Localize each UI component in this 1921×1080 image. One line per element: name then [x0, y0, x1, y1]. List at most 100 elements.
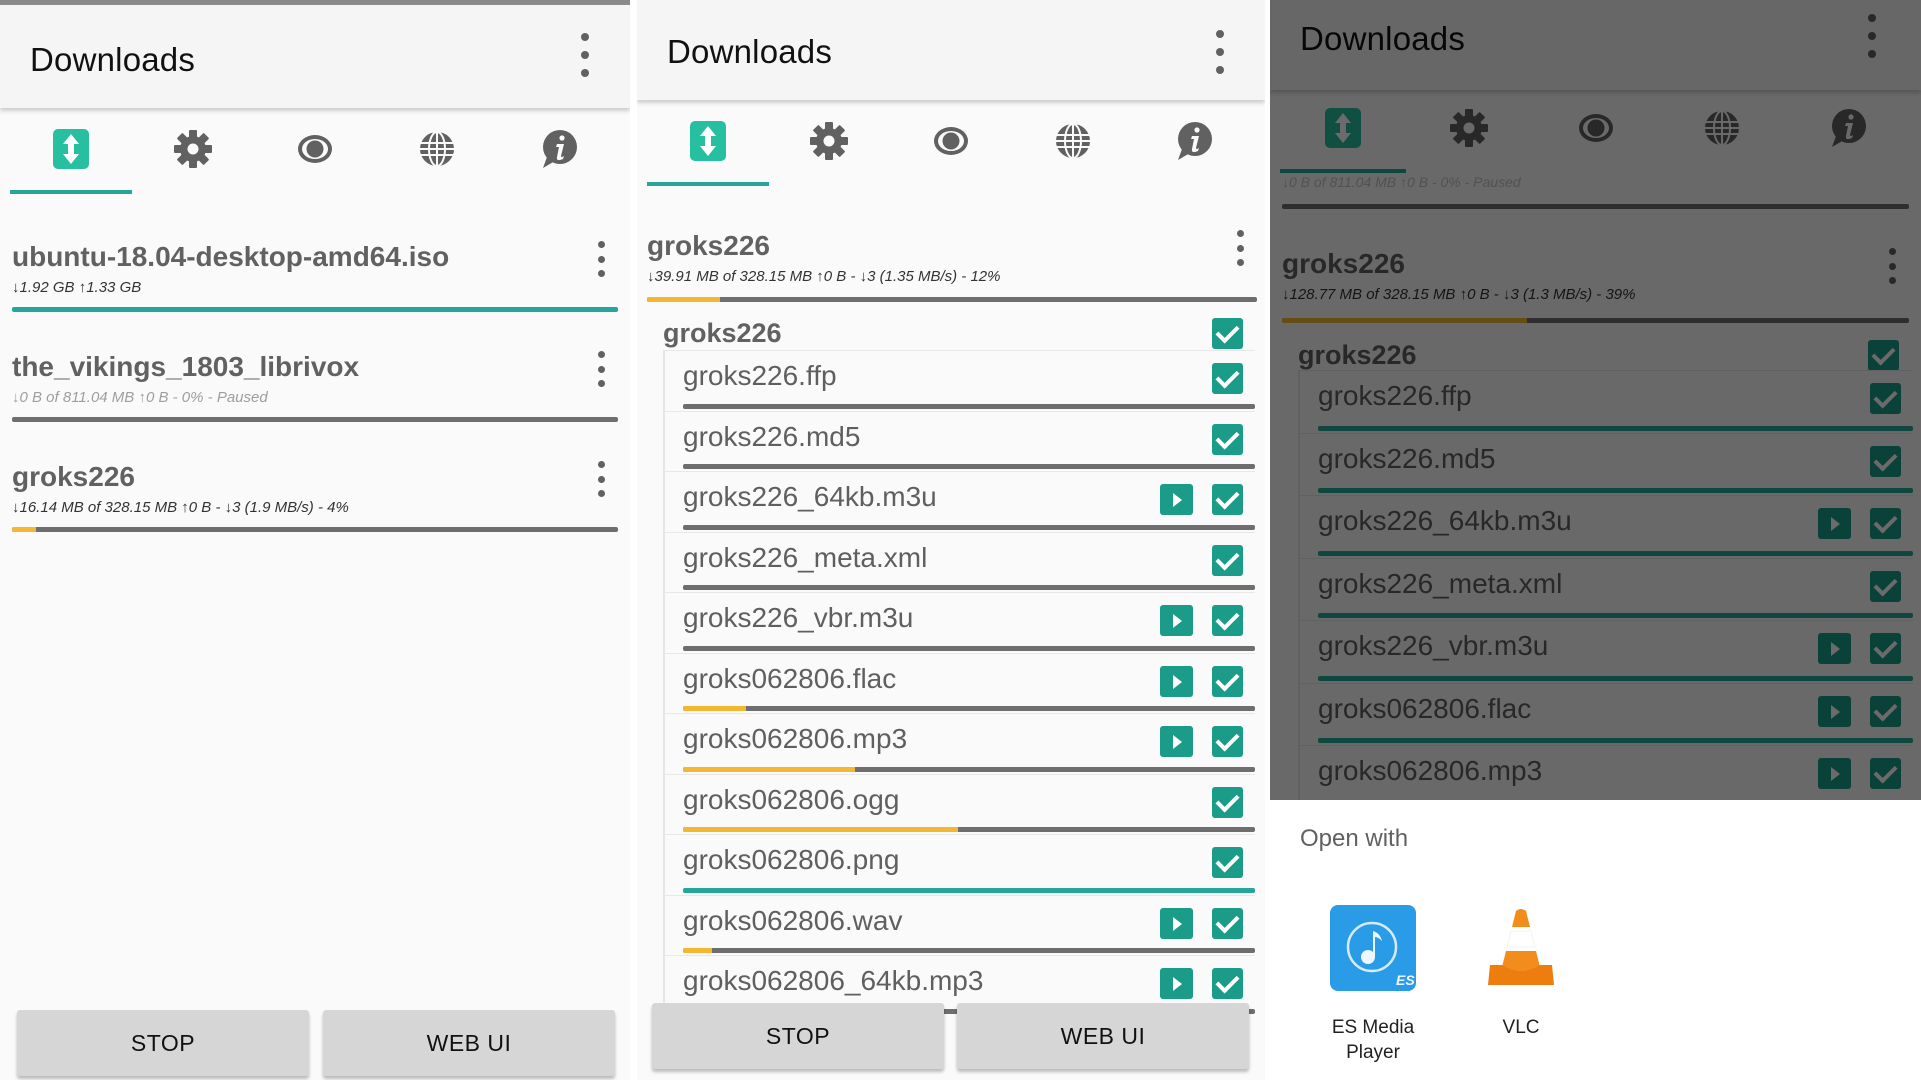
- tab-network[interactable]: [376, 108, 498, 194]
- folder-checkbox[interactable]: [1212, 318, 1243, 349]
- file-row[interactable]: groks062806.ogg: [663, 773, 1255, 834]
- progress-fill: [683, 948, 712, 953]
- progress-fill: [683, 827, 958, 832]
- play-button[interactable]: [1160, 907, 1193, 939]
- file-row[interactable]: groks226.ffp: [663, 350, 1255, 411]
- globe-icon: [415, 127, 459, 176]
- item-menu-button[interactable]: [594, 241, 608, 277]
- play-button[interactable]: [1160, 968, 1193, 999]
- play-button[interactable]: [1160, 665, 1193, 697]
- file-row[interactable]: groks226_64kb.m3u: [663, 471, 1255, 532]
- tab-downloads[interactable]: [10, 108, 132, 194]
- file-row[interactable]: groks226_meta.xml: [663, 531, 1255, 592]
- tab-settings[interactable]: [769, 100, 891, 186]
- app-label: ES Media Player: [1331, 1017, 1415, 1063]
- tab-about[interactable]: [1133, 100, 1255, 186]
- tab-bar: [10, 108, 620, 194]
- web-ui-button[interactable]: WEB UI: [323, 1010, 615, 1076]
- file-progress-bar: [683, 766, 1255, 772]
- tab-watch[interactable]: [254, 108, 376, 194]
- app-bar: Downloads: [637, 0, 1265, 100]
- file-checkbox[interactable]: [1212, 726, 1243, 757]
- sheet-heading: Open with: [1300, 825, 1409, 852]
- item-menu-button[interactable]: [594, 351, 608, 387]
- progress-bar: [12, 527, 618, 532]
- downloads-screen-list: Downloads ubuntu-18.04-desktop-amd64.iso…: [0, 0, 630, 1080]
- item-menu-button[interactable]: [594, 461, 608, 497]
- file-progress-bar: [683, 645, 1255, 651]
- item-menu-button[interactable]: [1233, 230, 1247, 266]
- downloads-screen-open-with: Downloads ↓0 B of 811.04 MB ↑0 B - 0% - …: [1270, 0, 1921, 1080]
- file-row[interactable]: groks062806.wav: [663, 894, 1255, 955]
- progress-fill: [647, 297, 721, 302]
- progress-bar: [647, 297, 1257, 302]
- progress-fill: [683, 766, 855, 772]
- play-button[interactable]: [1160, 484, 1193, 515]
- file-name: groks062806.png: [683, 844, 900, 875]
- page-title: Downloads: [667, 33, 833, 70]
- app-label: VLC: [1502, 1017, 1540, 1038]
- scrim-overlay[interactable]: [1270, 0, 1921, 800]
- download-item[interactable]: the_vikings_1803_librivox ↓0 B of 811.04…: [12, 351, 618, 451]
- overflow-menu-button[interactable]: [1213, 30, 1227, 74]
- file-checkbox[interactable]: [1212, 847, 1243, 878]
- overflow-menu-button[interactable]: [578, 33, 592, 77]
- file-progress-bar: [683, 706, 1255, 711]
- file-row[interactable]: groks062806.mp3: [663, 713, 1255, 774]
- progress-bar: [12, 417, 618, 422]
- file-row[interactable]: groks226_vbr.m3u: [663, 592, 1255, 653]
- file-progress-bar: [683, 524, 1255, 530]
- web-ui-button[interactable]: WEB UI: [957, 1003, 1249, 1069]
- tab-settings[interactable]: [132, 108, 254, 194]
- file-name: groks062806_64kb.mp3: [683, 965, 984, 996]
- file-checkbox[interactable]: [1212, 544, 1243, 576]
- app-option-es-media-player[interactable]: ES ES Media Player: [1308, 905, 1438, 1065]
- download-name: ubuntu-18.04-desktop-amd64.iso: [12, 241, 450, 272]
- download-name: groks226: [12, 461, 135, 492]
- play-button[interactable]: [1160, 605, 1193, 636]
- file-row[interactable]: groks062806.png: [663, 834, 1255, 895]
- download-status: ↓39.91 MB of 328.15 MB ↑0 B - ↓3 (1.35 M…: [647, 268, 1001, 285]
- file-name: groks062806.wav: [683, 904, 903, 936]
- eye-icon: [293, 127, 337, 176]
- play-button[interactable]: [1160, 726, 1193, 757]
- app-option-vlc[interactable]: VLC: [1456, 905, 1586, 1040]
- gear-icon: [807, 119, 851, 168]
- tab-downloads[interactable]: [647, 100, 769, 186]
- tab-bar: [647, 100, 1255, 186]
- globe-icon: [1051, 119, 1095, 168]
- file-checkbox[interactable]: [1212, 786, 1243, 818]
- file-checkbox[interactable]: [1212, 665, 1243, 697]
- progress-bar: [12, 307, 618, 312]
- download-item[interactable]: ubuntu-18.04-desktop-amd64.iso ↓1.92 GB …: [12, 241, 618, 341]
- download-status: ↓0 B of 811.04 MB ↑0 B - 0% - Paused: [12, 389, 268, 406]
- file-name: groks226.ffp: [683, 360, 837, 391]
- page-title: Downloads: [30, 41, 196, 78]
- stop-button[interactable]: STOP: [17, 1010, 309, 1076]
- app-bar: Downloads: [0, 5, 630, 108]
- file-checkbox[interactable]: [1212, 363, 1243, 394]
- file-progress-bar: [683, 948, 1255, 953]
- file-row[interactable]: groks062806.flac: [663, 652, 1255, 713]
- tab-about[interactable]: [498, 108, 620, 194]
- file-checkbox[interactable]: [1212, 907, 1243, 939]
- file-name: groks226_vbr.m3u: [683, 602, 914, 633]
- download-status: ↓1.92 GB ↑1.33 GB: [12, 279, 142, 296]
- es-media-player-icon: ES: [1330, 905, 1416, 991]
- file-name: groks062806.flac: [683, 662, 897, 694]
- stop-button[interactable]: STOP: [652, 1003, 944, 1069]
- tab-watch[interactable]: [890, 100, 1012, 186]
- file-checkbox[interactable]: [1212, 605, 1243, 636]
- transfer-icon: [49, 127, 93, 176]
- file-row[interactable]: groks226.md5: [663, 410, 1255, 471]
- vlc-cone-icon: [1478, 905, 1564, 991]
- file-progress-bar: [683, 464, 1255, 469]
- file-checkbox[interactable]: [1212, 423, 1243, 455]
- progress-fill: [683, 706, 746, 711]
- file-checkbox[interactable]: [1212, 968, 1243, 999]
- tab-network[interactable]: [1012, 100, 1134, 186]
- progress-fill: [12, 527, 37, 532]
- file-progress-bar: [683, 827, 1255, 832]
- download-item[interactable]: groks226 ↓16.14 MB of 328.15 MB ↑0 B - ↓…: [12, 461, 618, 561]
- file-checkbox[interactable]: [1212, 484, 1243, 515]
